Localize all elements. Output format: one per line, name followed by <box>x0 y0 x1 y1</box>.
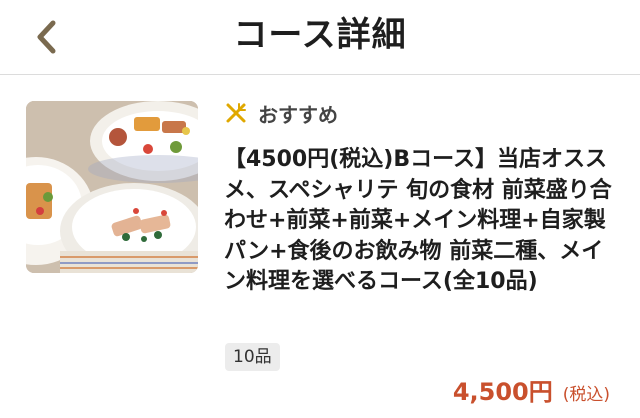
recommend-label: おすすめ <box>258 102 338 127</box>
item-count-badge: 10品 <box>225 343 280 371</box>
course-title: 【4500円(税込)Bコース】当店オススメ、スペシャリテ 旬の食材 前菜盛り合わ… <box>224 147 612 294</box>
recommend-tag: おすすめ <box>224 100 338 127</box>
course-card[interactable]: おすすめ 【4500円(税込)Bコース】当店オススメ、スペシャリテ 旬の食材 前… <box>0 75 640 418</box>
course-photo <box>26 101 198 273</box>
course-price: 4,500円 <box>452 378 553 406</box>
header-bar: コース詳細 <box>0 0 640 75</box>
page-title: コース詳細 <box>233 15 407 55</box>
fork-knife-cross-icon <box>224 101 248 125</box>
price-row: 4,500円 (税込) <box>453 372 610 407</box>
price-tax-note: (税込) <box>562 385 610 405</box>
